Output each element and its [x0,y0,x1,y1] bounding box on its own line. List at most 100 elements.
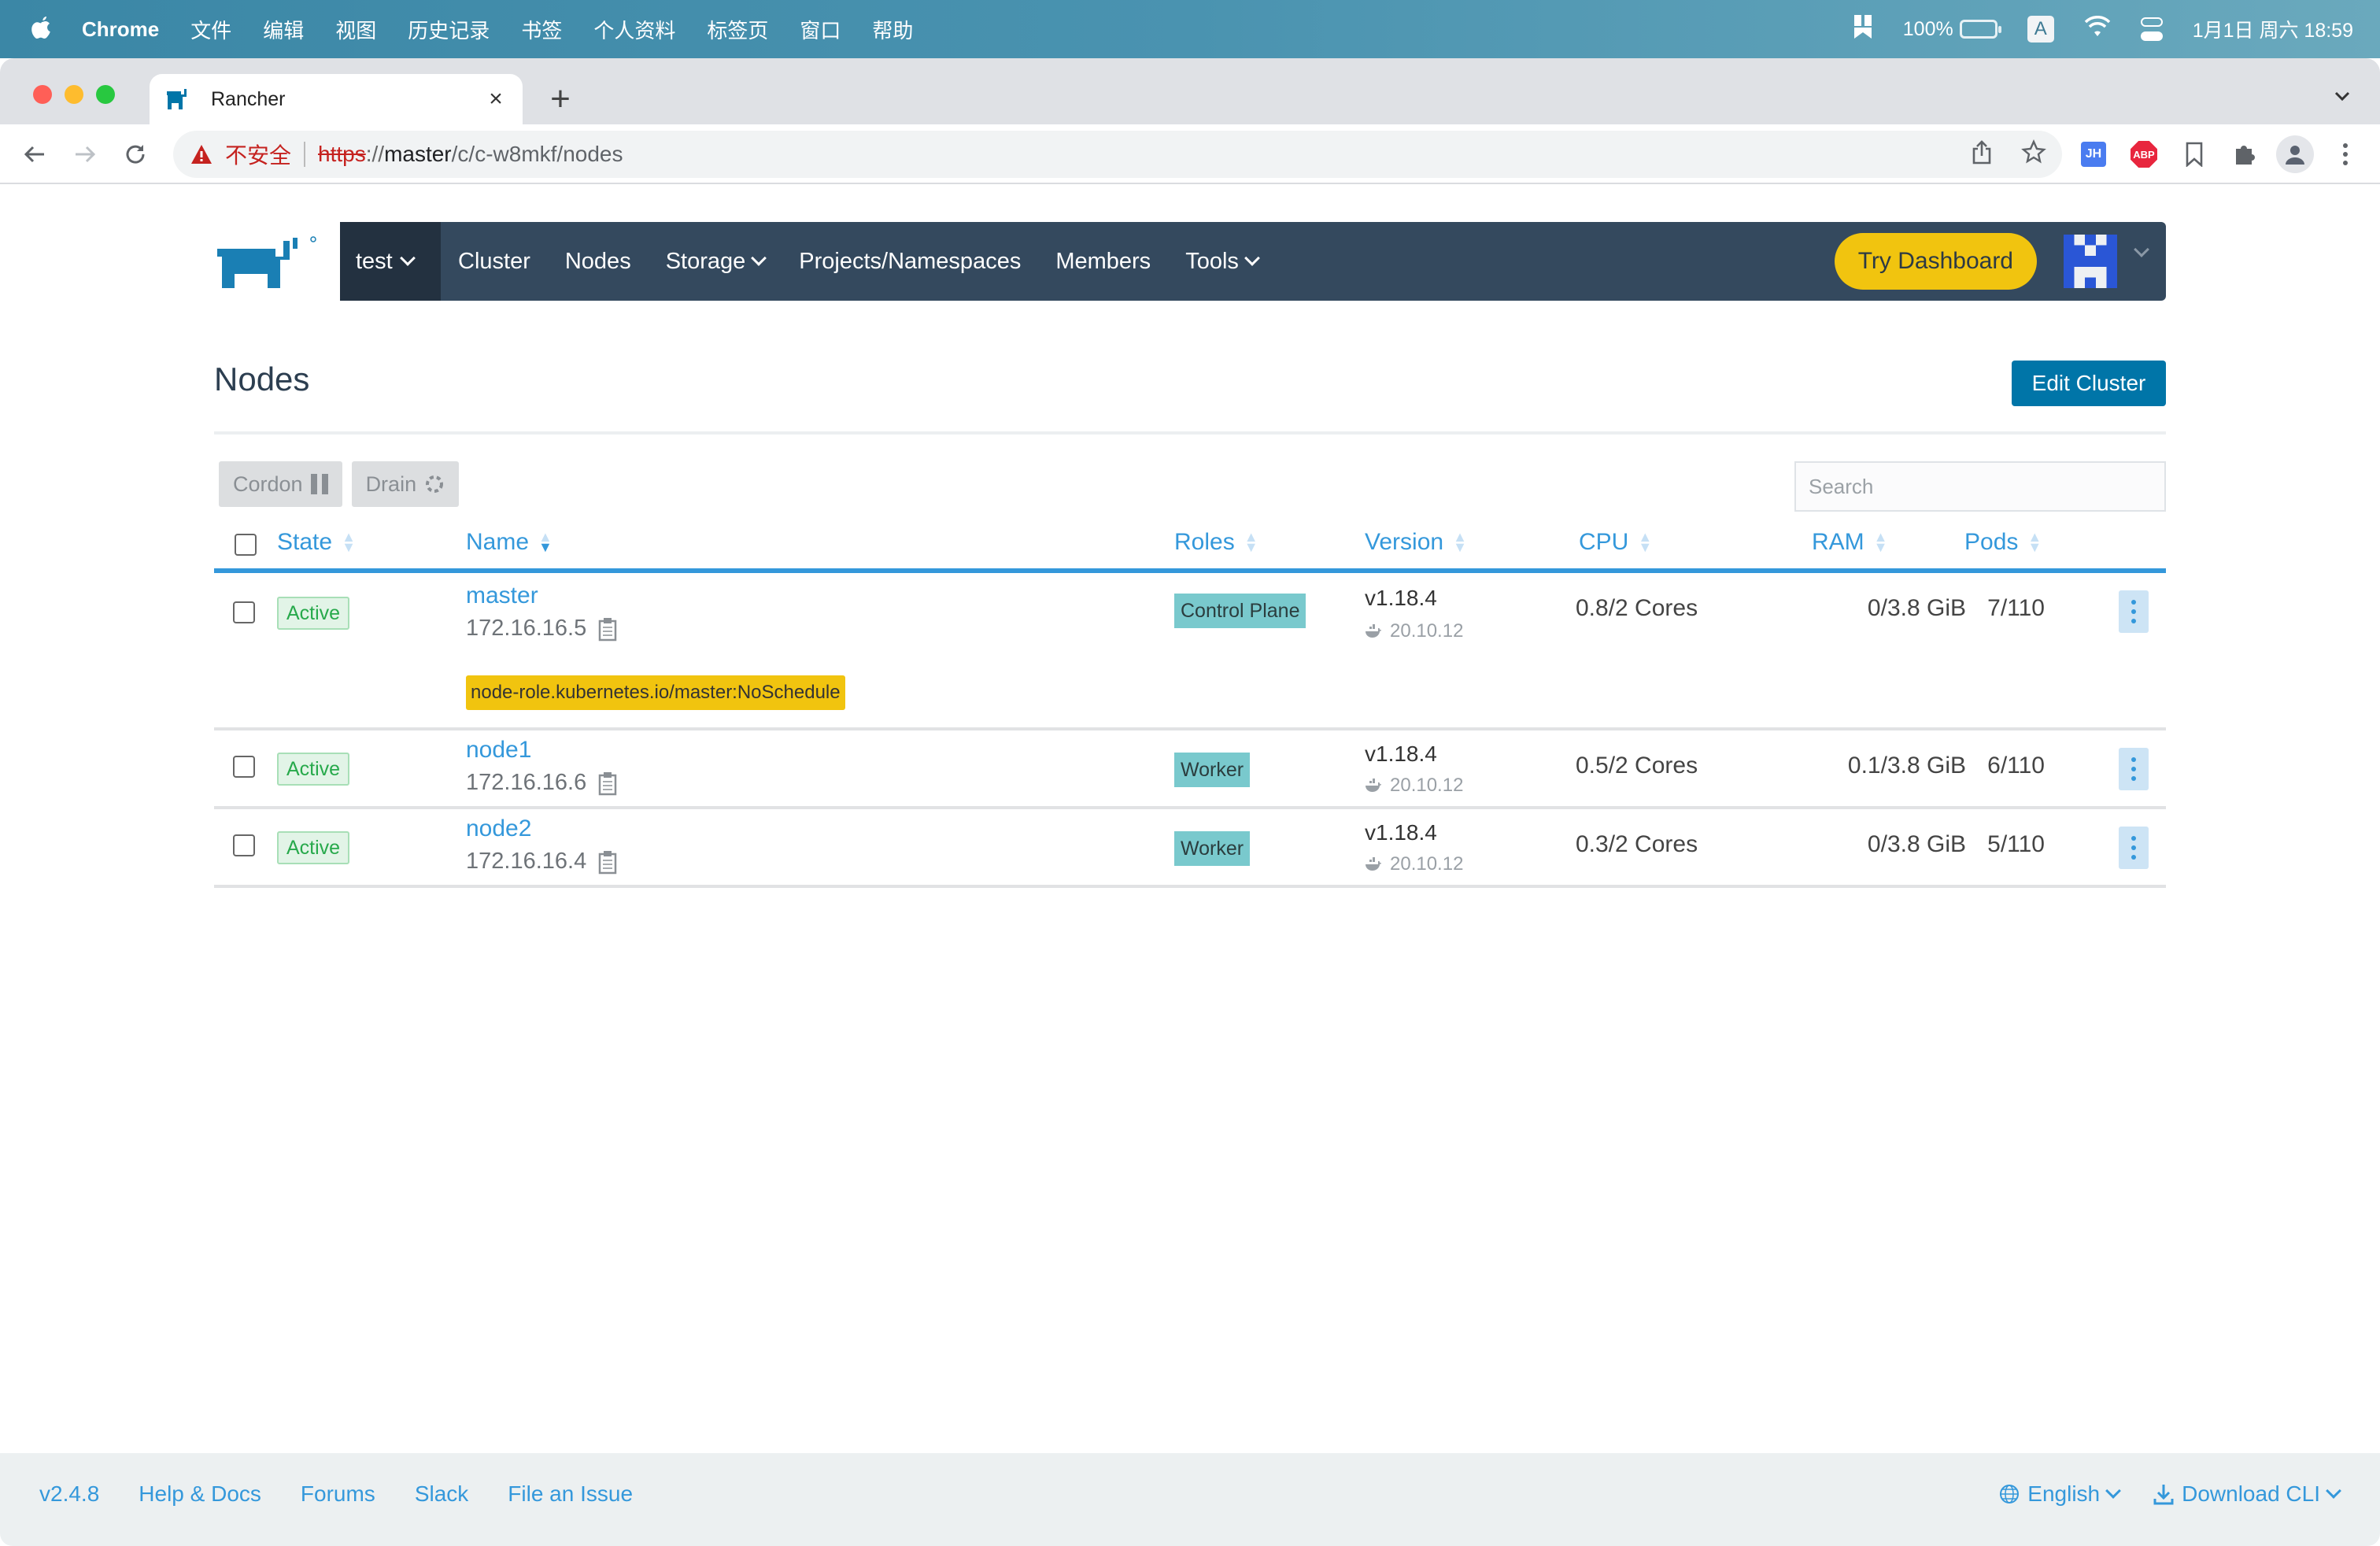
bookmark-app-icon[interactable] [1853,13,1873,46]
input-method-icon[interactable]: A [2027,16,2054,43]
nav-projects-namespaces[interactable]: Projects/Namespaces [799,249,1021,275]
menu-bookmarks[interactable]: 书签 [521,15,562,44]
extensions-puzzle-icon[interactable] [2226,135,2264,173]
title-divider [214,431,2166,435]
apple-menu-icon[interactable] [30,15,54,43]
edit-cluster-button[interactable]: Edit Cluster [2012,361,2166,406]
download-cli-label: Download CLI [2182,1481,2320,1506]
row-actions-menu[interactable] [2119,827,2149,869]
clock[interactable]: 1月1日 周六 18:59 [2193,15,2353,43]
menu-tab[interactable]: 标签页 [707,15,768,44]
footer-file-issue-link[interactable]: File an Issue [508,1481,633,1507]
rancher-logo-icon[interactable] [214,233,321,290]
forward-arrow-icon [76,146,96,163]
node-name-link[interactable]: node2 [466,816,531,842]
table-row: Active master 172.16.16.5 node-role.kube… [214,573,2166,730]
try-dashboard-button[interactable]: Try Dashboard [1834,233,2037,290]
menu-edit[interactable]: 编辑 [263,15,304,44]
footer-slack-link[interactable]: Slack [415,1481,468,1507]
kubernetes-version: v1.18.4 [1365,820,1437,845]
extension-jh-icon[interactable]: JH [2075,135,2112,173]
menu-window[interactable]: 窗口 [800,15,841,44]
row-checkbox[interactable] [233,601,255,623]
row-checkbox[interactable] [233,756,255,778]
tab-close-icon[interactable]: × [482,85,510,113]
column-pods[interactable]: Pods ▲ ▼ [1964,529,2042,556]
docker-version-text: 20.10.12 [1390,853,1464,875]
node-name-link[interactable]: master [466,583,538,609]
search-input[interactable] [1794,461,2166,512]
column-name[interactable]: Name ▲ ▼ [466,529,552,556]
download-cli-dropdown[interactable]: Download CLI [2153,1481,2341,1507]
browser-tab-bar: Rancher × + [0,58,2380,124]
column-cpu[interactable]: CPU ▲ ▼ [1579,529,1652,556]
docker-version-text: 20.10.12 [1390,620,1464,642]
language-label: English [2027,1481,2101,1506]
nav-members[interactable]: Members [1055,249,1151,275]
zoom-window-button[interactable] [96,85,115,104]
tab-title: Rancher [211,87,286,110]
extension-adblock-icon[interactable]: ABP [2125,135,2163,173]
sort-icon: ▲ ▼ [1244,529,1258,555]
row-checkbox[interactable] [233,834,255,856]
footer-version-link[interactable]: v2.4.8 [39,1481,99,1507]
ram-usage: 0/3.8 GiB [1867,831,1966,857]
rancher-header: test Cluster Nodes Storage Projects/Name… [214,222,2166,301]
language-selector[interactable]: English [1999,1481,2122,1507]
cluster-switcher[interactable]: test [340,222,441,301]
user-avatar[interactable] [2064,235,2117,288]
docker-version-text: 20.10.12 [1390,775,1464,796]
nav-nodes[interactable]: Nodes [565,249,631,275]
share-icon[interactable] [1971,139,1993,170]
tab-search-chevron-icon[interactable] [2328,82,2356,110]
copy-clipboard-icon[interactable] [597,616,618,642]
reload-button[interactable] [120,139,151,170]
row-actions-menu[interactable] [2119,748,2149,790]
chrome-menu-icon[interactable] [2326,135,2364,173]
column-version[interactable]: Version ▲ ▼ [1365,529,1467,556]
cpu-usage: 0.5/2 Cores [1576,753,1698,779]
column-ram[interactable]: RAM ▲ ▼ [1812,529,1888,556]
column-roles[interactable]: Roles ▲ ▼ [1174,529,1258,556]
role-badge: Worker [1174,753,1251,787]
nav-storage[interactable]: Storage [666,249,767,275]
close-window-button[interactable] [33,85,52,104]
address-bar[interactable]: 不安全 https://master/c/c-w8mkf/nodes [173,131,2062,178]
wifi-icon[interactable] [2084,15,2111,43]
browser-tab-rancher[interactable]: Rancher × [150,74,523,124]
cordon-button[interactable]: Cordon [219,461,342,507]
new-tab-button[interactable]: + [543,80,578,118]
warning-icon [191,145,212,164]
forward-button[interactable] [69,139,101,170]
url-path: /c/c-w8mkf/nodes [451,142,623,166]
nav-tools[interactable]: Tools [1185,249,1260,275]
not-secure-label[interactable]: 不安全 [225,139,291,170]
window-controls [33,85,115,104]
chevron-down-icon [2326,1483,2341,1499]
menu-file[interactable]: 文件 [190,15,231,44]
bulk-actions: Cordon Drain [219,461,460,507]
nav-cluster[interactable]: Cluster [458,249,530,275]
footer-help-docs-link[interactable]: Help & Docs [139,1481,261,1507]
node-name-link[interactable]: node1 [466,737,531,764]
menu-history[interactable]: 历史记录 [408,15,490,44]
reading-list-icon[interactable] [2175,135,2213,173]
column-state[interactable]: State ▲ ▼ [277,529,356,556]
user-menu-chevron-icon[interactable] [2134,242,2149,257]
menu-help[interactable]: 帮助 [872,15,913,44]
menu-app-chrome[interactable]: Chrome [82,17,159,42]
footer-forums-link[interactable]: Forums [301,1481,375,1507]
back-button[interactable] [19,139,50,170]
menu-profiles[interactable]: 个人资料 [593,15,675,44]
copy-clipboard-icon[interactable] [597,771,618,796]
drain-button[interactable]: Drain [351,461,460,507]
bookmark-star-icon[interactable] [2021,139,2046,170]
control-center-icon[interactable] [2140,17,2163,41]
battery-status[interactable]: 100% [1903,18,2001,41]
copy-clipboard-icon[interactable] [597,849,618,875]
row-actions-menu[interactable] [2119,590,2149,633]
select-all-checkbox[interactable] [235,534,257,556]
minimize-window-button[interactable] [65,85,83,104]
profile-avatar-icon[interactable] [2276,135,2314,173]
menu-view[interactable]: 视图 [335,15,376,44]
